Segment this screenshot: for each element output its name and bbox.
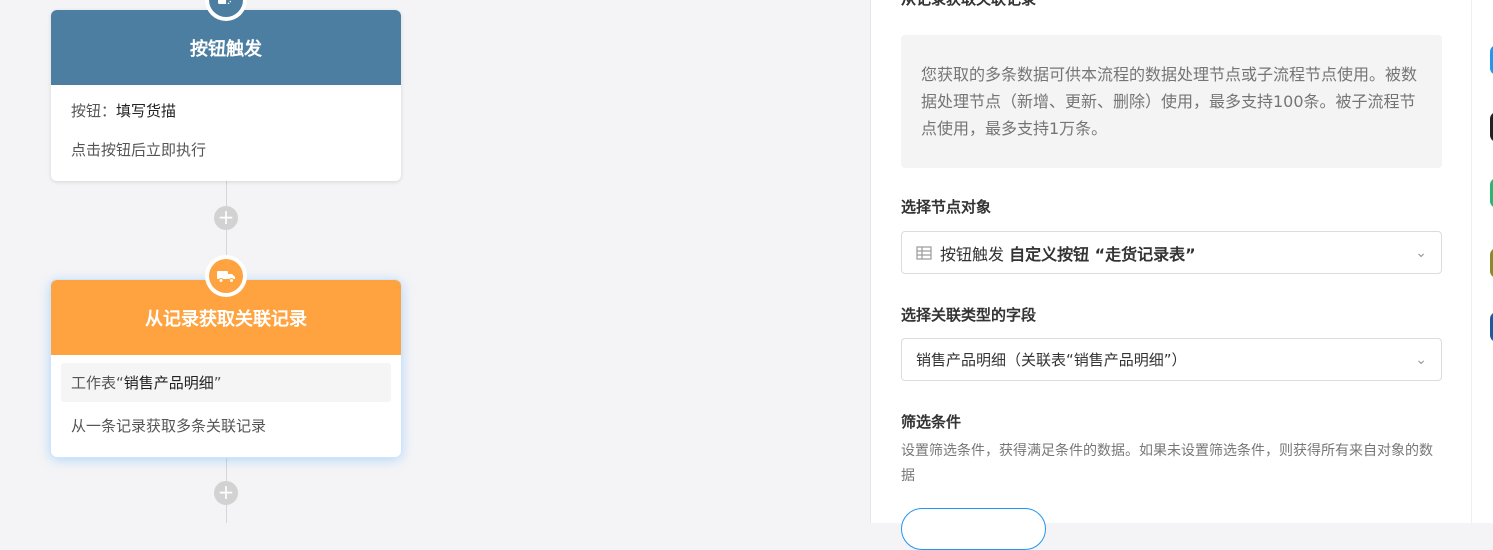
flow-canvas[interactable]: + + 按钮触发 按钮：填写货描 点击按钮后立即执行 从记录获取关联记录 工作表… bbox=[0, 0, 870, 523]
relation-field-value: 销售产品明细（关联表“销售产品明细”） bbox=[916, 351, 1187, 369]
add-step-button[interactable]: + bbox=[214, 206, 238, 230]
fetch-node-icon-wrap bbox=[205, 255, 247, 297]
trigger-node-header: 按钮触发 bbox=[51, 0, 401, 85]
node-object-name: 自定义按钮 “走货记录表” bbox=[1009, 244, 1196, 264]
trigger-node-title: 按钮触发 bbox=[190, 38, 262, 60]
add-filter-button[interactable] bbox=[901, 508, 1046, 550]
relation-field-label: 选择关联类型的字段 bbox=[901, 306, 1037, 324]
fetch-node-header: 从记录获取关联记录 bbox=[51, 255, 401, 355]
filter-description: 设置筛选条件，获得满足条件的数据。如果未设置筛选条件，则获得所有来自对象的数据 bbox=[901, 443, 1433, 484]
node-settings-panel[interactable]: 从记录获取关联记录 您获取的多条数据可供本流程的数据处理节点或子流程节点使用。被… bbox=[870, 0, 1472, 550]
worksheet-suffix: ” bbox=[213, 374, 222, 392]
worksheet-name: 销售产品明细 bbox=[123, 374, 214, 392]
trigger-node[interactable]: 按钮触发 按钮：填写货描 点击按钮后立即执行 bbox=[51, 0, 401, 181]
chevron-down-icon: ⌄ bbox=[1415, 351, 1427, 368]
button-trigger-icon bbox=[209, 0, 243, 17]
fetch-related-node[interactable]: 从记录获取关联记录 工作表“销售产品明细” 从一条记录获取多条关联记录 bbox=[51, 255, 401, 457]
trigger-node-body: 按钮：填写货描 点击按钮后立即执行 bbox=[51, 85, 401, 181]
table-icon bbox=[916, 245, 932, 260]
chevron-down-icon: ⌄ bbox=[1415, 244, 1427, 261]
worksheet-prefix: 工作表“ bbox=[71, 374, 124, 392]
node-object-value: 按钮触发 自定义按钮 “走货记录表” bbox=[940, 241, 1415, 265]
trigger-exec-text: 点击按钮后立即执行 bbox=[71, 141, 207, 159]
truck-icon bbox=[209, 259, 243, 293]
node-object-source: 按钮触发 bbox=[940, 244, 1010, 264]
trigger-node-icon-wrap bbox=[205, 0, 247, 21]
add-step-button[interactable]: + bbox=[214, 481, 238, 505]
fetch-node-body: 工作表“销售产品明细” 从一条记录获取多条关联记录 bbox=[51, 355, 401, 457]
panel-section-title: 从记录获取关联记录 bbox=[901, 0, 1442, 9]
fetch-node-title: 从记录获取关联记录 bbox=[145, 308, 307, 330]
fetch-description: 从一条记录获取多条关联记录 bbox=[71, 417, 267, 435]
fetch-worksheet-line: 工作表“销售产品明细” bbox=[61, 363, 391, 402]
node-object-select[interactable]: 按钮触发 自定义按钮 “走货记录表” ⌄ bbox=[901, 231, 1442, 274]
trigger-button-value: 填写货描 bbox=[116, 102, 177, 120]
relation-field-select[interactable]: 销售产品明细（关联表“销售产品明细”） ⌄ bbox=[901, 338, 1442, 381]
trigger-button-line: 按钮：填写货描 bbox=[61, 91, 391, 130]
node-object-label: 选择节点对象 bbox=[901, 198, 992, 216]
trigger-button-label: 按钮： bbox=[71, 102, 117, 120]
filter-label: 筛选条件 bbox=[901, 413, 962, 431]
right-rail bbox=[1471, 0, 1493, 523]
info-box: 您获取的多条数据可供本流程的数据处理节点或子流程节点使用。被数据处理节点（新增、… bbox=[901, 35, 1442, 168]
